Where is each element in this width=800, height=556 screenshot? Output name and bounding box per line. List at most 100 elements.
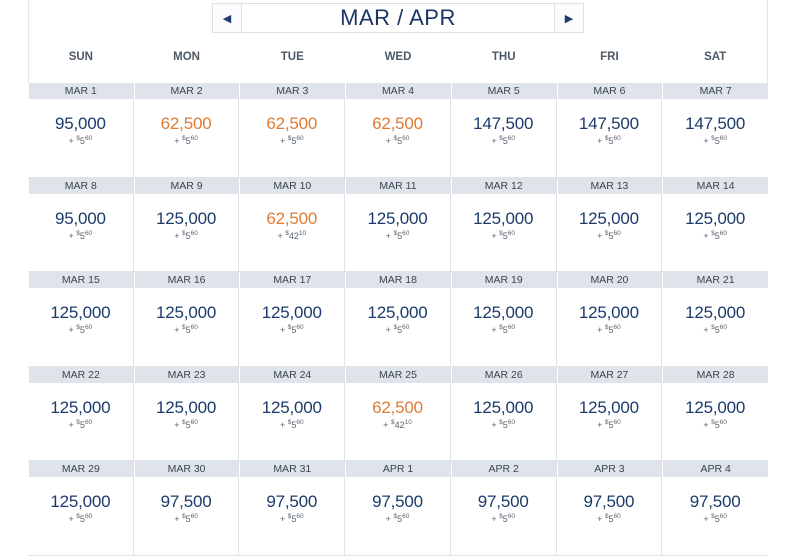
- fee-cents: 60: [613, 513, 621, 520]
- day-miles: 147,500: [685, 114, 746, 133]
- day-date: MAR 14: [662, 177, 768, 194]
- day-cell[interactable]: APR 3 97,500 + $560: [556, 461, 663, 556]
- day-fee: + $560: [703, 513, 727, 524]
- fee-cents: 60: [613, 418, 621, 426]
- fee-cents: 60: [296, 324, 304, 331]
- day-date: MAR 26: [450, 366, 556, 383]
- day-fee: + $560: [703, 135, 727, 146]
- month-title: MAR / APR: [242, 3, 554, 33]
- fee-cents: 60: [507, 135, 516, 142]
- day-miles: 147,500: [473, 114, 534, 133]
- day-fee: + $560: [703, 229, 727, 241]
- fee-cents: 60: [84, 135, 93, 142]
- day-cell[interactable]: MAR 25 62,500 + $4210: [345, 366, 451, 461]
- fee-cents: 60: [613, 135, 621, 142]
- prev-month-button[interactable]: ◀: [212, 3, 242, 33]
- day-cell[interactable]: MAR 30 97,500 + $560: [133, 461, 240, 556]
- day-cell[interactable]: MAR 7 147,500 + $560: [662, 83, 768, 178]
- fee-cents: 60: [84, 418, 93, 426]
- day-cell[interactable]: MAR 10 62,500 + $4210: [239, 177, 346, 272]
- day-cell[interactable]: MAR 18 125,000 + $560: [345, 272, 451, 367]
- day-miles: 125,000: [50, 303, 111, 322]
- day-cell[interactable]: MAR 2 62,500 + $560: [133, 83, 240, 178]
- day-cell[interactable]: MAR 17 125,000 + $560: [239, 272, 346, 367]
- weekday-sun: SUN: [68, 51, 93, 63]
- day-cell[interactable]: MAR 6 147,500 + $560: [556, 83, 663, 178]
- next-month-button[interactable]: ▶: [554, 3, 584, 33]
- day-miles: 125,000: [473, 303, 534, 322]
- fee-cents: 60: [84, 229, 93, 237]
- fee-cents: 60: [402, 513, 410, 520]
- fee-dollars: 42: [288, 230, 299, 241]
- day-fee: + $4210: [277, 229, 307, 241]
- day-cell[interactable]: MAR 16 125,000 + $560: [133, 272, 240, 367]
- day-miles: 125,000: [156, 303, 217, 322]
- day-miles: 125,000: [685, 397, 746, 417]
- day-fee: + $560: [174, 418, 198, 430]
- day-miles: 62,500: [372, 114, 423, 133]
- day-cell[interactable]: MAR 20 125,000 + $560: [556, 272, 663, 367]
- weekday-mon: MON: [173, 51, 200, 63]
- day-miles: 125,000: [156, 208, 217, 228]
- day-cell[interactable]: MAR 21 125,000 + $560: [662, 272, 768, 367]
- fee-cents: 60: [507, 229, 516, 237]
- day-date: MAR 6: [556, 83, 662, 99]
- day-cell[interactable]: MAR 23 125,000 + $560: [133, 366, 240, 461]
- day-cell[interactable]: MAR 1 95,000 + $560: [28, 83, 134, 178]
- fee-cents: 60: [613, 324, 621, 331]
- day-miles: 125,000: [261, 397, 322, 417]
- day-fee: + $560: [491, 229, 516, 241]
- day-fee: + $560: [597, 418, 621, 430]
- fee-cents: 60: [507, 513, 516, 520]
- day-date: MAR 13: [556, 177, 662, 194]
- fee-cents: 60: [613, 229, 621, 237]
- day-miles: 95,000: [54, 114, 106, 133]
- day-cell[interactable]: MAR 27 125,000 + $560: [556, 366, 663, 461]
- day-cell[interactable]: MAR 28 125,000 + $560: [662, 366, 768, 461]
- day-cell[interactable]: MAR 19 125,000 + $560: [450, 272, 557, 367]
- day-cell[interactable]: MAR 4 62,500 + $560: [345, 83, 451, 178]
- day-cell[interactable]: MAR 14 125,000 + $560: [662, 177, 768, 272]
- day-fee: + $560: [385, 135, 410, 146]
- day-cell[interactable]: MAR 22 125,000 + $560: [28, 366, 134, 461]
- day-cell[interactable]: MAR 26 125,000 + $560: [450, 366, 557, 461]
- day-cell[interactable]: APR 4 97,500 + $560: [662, 461, 768, 556]
- day-cell[interactable]: MAR 5 147,500 + $560: [450, 83, 557, 178]
- day-date: MAR 17: [239, 272, 345, 288]
- day-cell[interactable]: MAR 31 97,500 + $560: [239, 461, 346, 556]
- day-miles: 125,000: [578, 397, 639, 417]
- fee-dollars: 42: [394, 419, 405, 430]
- weekday-tue: TUE: [280, 51, 304, 63]
- day-cell[interactable]: MAR 3 62,500 + $560: [239, 83, 346, 178]
- day-miles: 62,500: [266, 114, 318, 133]
- day-cell[interactable]: APR 1 97,500 + $560: [345, 461, 451, 556]
- day-cell[interactable]: APR 2 97,500 + $560: [450, 461, 557, 556]
- day-miles: 125,000: [367, 208, 428, 228]
- day-cell[interactable]: MAR 11 125,000 + $560: [345, 177, 451, 272]
- day-cell[interactable]: MAR 29 125,000 + $560: [28, 461, 134, 556]
- day-cell[interactable]: MAR 12 125,000 + $560: [450, 177, 557, 272]
- day-date: MAR 31: [239, 461, 345, 477]
- day-miles: 97,500: [266, 492, 318, 511]
- fee-cents: 60: [190, 418, 198, 426]
- day-fee: + $560: [68, 229, 93, 241]
- day-cell[interactable]: MAR 8 95,000 + $560: [28, 177, 134, 272]
- triangle-left-icon: ◀: [222, 12, 232, 25]
- fee-cents: 60: [719, 513, 727, 520]
- fee-cents: 60: [402, 324, 410, 331]
- fee-cents: 60: [719, 418, 727, 426]
- day-cell[interactable]: MAR 9 125,000 + $560: [133, 177, 240, 272]
- day-fee: + $560: [174, 135, 198, 146]
- day-cell[interactable]: MAR 24 125,000 + $560: [239, 366, 346, 461]
- fee-cents: 60: [507, 418, 516, 426]
- day-fee: + $560: [703, 418, 727, 430]
- fee-cents: 60: [402, 135, 410, 142]
- day-miles: 62,500: [160, 114, 212, 133]
- day-fee: + $560: [703, 324, 727, 335]
- day-fee: + $4210: [383, 418, 412, 430]
- day-date: MAR 1: [28, 83, 133, 99]
- fee-cents: 10: [298, 229, 307, 237]
- day-cell[interactable]: MAR 13 125,000 + $560: [556, 177, 663, 272]
- fee-cents: 60: [84, 513, 93, 520]
- day-cell[interactable]: MAR 15 125,000 + $560: [28, 272, 134, 367]
